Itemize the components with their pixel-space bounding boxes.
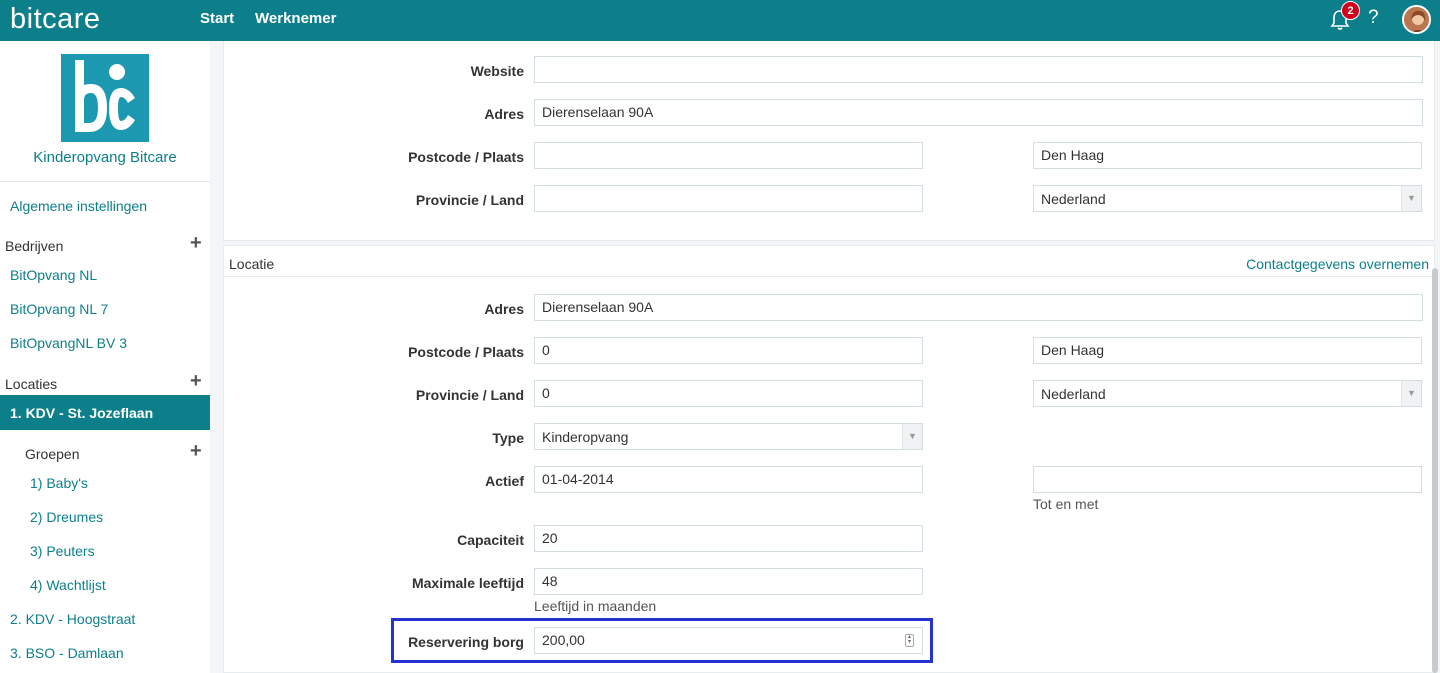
capacity-label: Capaciteit: [457, 532, 524, 548]
sidebar-item-company[interactable]: BitOpvang NL: [10, 267, 97, 283]
active-label: Actief: [485, 473, 524, 489]
type-select[interactable]: Kinderopvang ▼: [534, 423, 923, 450]
location-province-country-label: Provincie / Land: [415, 387, 524, 403]
add-location-icon[interactable]: +: [190, 371, 202, 391]
max-age-label: Maximale leeftijd: [411, 575, 524, 591]
province-country-label: Provincie / Land: [415, 192, 524, 208]
location-country-select[interactable]: Nederland ▼: [1033, 380, 1422, 407]
country-select[interactable]: Nederland ▼: [1033, 185, 1422, 212]
brand-logo[interactable]: bitcare: [10, 2, 101, 36]
sidebar-item-location[interactable]: 3. BSO - Damlaan: [10, 645, 124, 661]
sidebar-heading-locations: Locaties: [5, 376, 58, 392]
chevron-down-icon: ▼: [1401, 186, 1421, 211]
sidebar-item-location[interactable]: 2. KDV - Hoogstraat: [10, 611, 135, 627]
capacity-field[interactable]: 20: [534, 525, 923, 552]
active-to-hint: Tot en met: [1033, 496, 1099, 512]
address-field[interactable]: Dierenselaan 90A: [534, 99, 1423, 126]
notification-badge: 2: [1341, 1, 1360, 20]
type-select-value: Kinderopvang: [542, 429, 629, 445]
postcode-field[interactable]: [534, 142, 923, 169]
type-label: Type: [492, 430, 524, 446]
add-group-icon[interactable]: +: [190, 441, 202, 461]
sidebar-heading-companies: Bedrijven: [5, 238, 64, 254]
location-country-select-value: Nederland: [1041, 386, 1106, 402]
chevron-down-icon: ▼: [902, 424, 922, 449]
location-postcode-field[interactable]: 0: [534, 337, 923, 364]
add-company-icon[interactable]: +: [190, 233, 202, 253]
country-select-value: Nederland: [1041, 191, 1106, 207]
website-field[interactable]: [534, 56, 1423, 83]
sidebar-item-group[interactable]: 3) Peuters: [30, 543, 95, 559]
sidebar-heading-groups: Groepen: [25, 446, 80, 462]
nav-werknemer[interactable]: Werknemer: [255, 10, 336, 27]
max-age-hint: Leeftijd in maanden: [534, 598, 657, 614]
avatar[interactable]: [1402, 5, 1431, 34]
location-address-field[interactable]: Dierenselaan 90A: [534, 294, 1423, 321]
top-bar: bitcare Start Werknemer 2 ?: [0, 0, 1440, 41]
sidebar-item-company[interactable]: BitOpvang NL 7: [10, 301, 108, 317]
nav-start[interactable]: Start: [200, 10, 234, 27]
company-name: Kinderopvang Bitcare: [33, 149, 177, 166]
sidebar-item-company[interactable]: BitOpvangNL BV 3: [10, 335, 127, 351]
sidebar: Kinderopvang Bitcare Algemene instelling…: [0, 41, 210, 673]
location-address-label: Adres: [484, 301, 524, 317]
help-icon[interactable]: ?: [1368, 7, 1379, 29]
sidebar-item-group[interactable]: 1) Baby's: [30, 475, 88, 491]
location-panel-title: Locatie: [229, 256, 275, 272]
location-postcode-city-label: Postcode / Plaats: [408, 344, 524, 360]
location-city-field[interactable]: Den Haag: [1033, 337, 1422, 364]
province-field[interactable]: [534, 185, 923, 212]
sidebar-divider: [0, 181, 210, 182]
location-panel-header: Locatie Contactgegevens overnemen: [224, 246, 1434, 277]
website-label: Website: [470, 63, 524, 79]
copy-contact-link[interactable]: Contactgegevens overnemen: [1246, 256, 1429, 272]
deposit-highlight-box: [391, 618, 933, 663]
city-field[interactable]: Den Haag: [1033, 142, 1422, 169]
scrollbar[interactable]: [1432, 268, 1438, 673]
sidebar-item-general-settings[interactable]: Algemene instellingen: [10, 198, 147, 214]
postcode-city-label: Postcode / Plaats: [408, 149, 524, 165]
sidebar-item-group[interactable]: 4) Wachtlijst: [30, 577, 106, 593]
address-label: Adres: [484, 106, 524, 122]
sidebar-item-active-location[interactable]: 1. KDV - St. Jozeflaan: [0, 395, 210, 430]
max-age-field[interactable]: 48: [534, 568, 923, 595]
active-to-field[interactable]: [1033, 466, 1422, 493]
chevron-down-icon: ▼: [1401, 381, 1421, 406]
company-logo: [61, 54, 149, 142]
location-province-field[interactable]: 0: [534, 380, 923, 407]
sidebar-item-group[interactable]: 2) Dreumes: [30, 509, 103, 525]
active-from-field[interactable]: 01-04-2014: [534, 466, 923, 493]
